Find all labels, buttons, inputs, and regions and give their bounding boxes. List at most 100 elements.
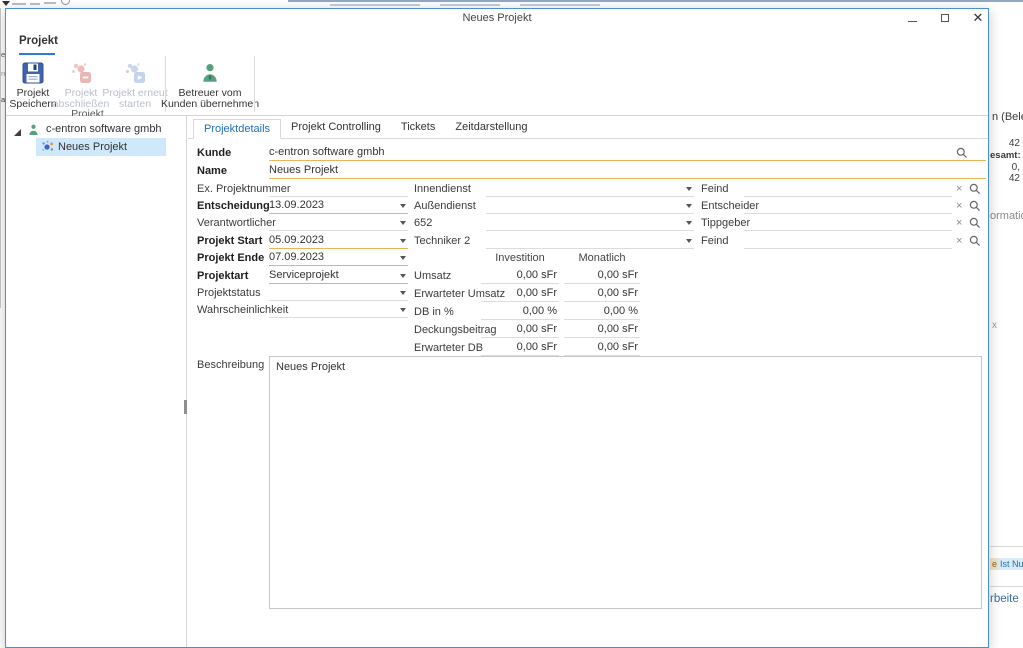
dropdown-arrow-icon[interactable]: [400, 308, 406, 312]
background-search-icon: [61, 0, 70, 5]
tippgeber-clear-icon[interactable]: ×: [956, 216, 962, 230]
kunde-label: Kunde: [197, 147, 231, 159]
name-field[interactable]: Neues Projekt: [269, 163, 986, 179]
dropdown-arrow-icon[interactable]: [686, 221, 692, 225]
innendienst-field[interactable]: [486, 181, 694, 197]
dropdown-arrow-icon[interactable]: [686, 187, 692, 191]
project-dots-icon: [41, 140, 54, 158]
tab-projektdetails[interactable]: Projektdetails: [193, 119, 281, 139]
verantwortlicher-field[interactable]: [269, 215, 408, 231]
projektart-field[interactable]: Serviceprojekt: [269, 268, 408, 284]
umsatz-monatlich-field[interactable]: 0,00 sFr: [564, 268, 640, 284]
dropdown-arrow-icon[interactable]: [686, 204, 692, 208]
ribbon: Projekt Projekt Speichern: [6, 28, 988, 116]
dropdown-arrow-icon[interactable]: [400, 256, 406, 260]
maximize-button[interactable]: [932, 9, 958, 28]
kunde-lookup-icon[interactable]: [956, 146, 968, 158]
projektstatus-field[interactable]: [269, 285, 408, 301]
tab-projekt-controlling[interactable]: Projekt Controlling: [281, 118, 391, 138]
652-label: 652: [414, 217, 432, 229]
aussendienst-field[interactable]: [486, 198, 694, 214]
entscheidung-label: Entscheidung: [197, 200, 270, 212]
background-right-panel: n (Bele 42 esamt: 51 0, 42 ormatio x e I…: [990, 8, 1023, 620]
tab-zeitdarstellung[interactable]: Zeitdarstellung: [445, 118, 537, 138]
wahrscheinlichkeit-field[interactable]: [269, 302, 408, 318]
652-field[interactable]: [486, 215, 694, 231]
db-monatlich-field[interactable]: 0,00 %: [564, 304, 640, 320]
umsatz-label: Umsatz: [414, 270, 451, 282]
investition-header: Investition: [481, 252, 559, 264]
db-investition-field[interactable]: 0,00 %: [481, 304, 559, 320]
person-icon: [198, 58, 222, 88]
entscheidung-field[interactable]: 13.09.2023: [269, 198, 408, 214]
feind2-lookup-icon[interactable]: [969, 234, 981, 246]
dropdown-arrow-icon[interactable]: [400, 274, 406, 278]
close-button[interactable]: ✕: [965, 9, 991, 28]
techniker2-field[interactable]: [486, 233, 694, 249]
close-project-button[interactable]: Projekt abschließen: [56, 56, 106, 112]
screen: { "window": { "title": "Neues Projekt" }…: [0, 0, 1023, 620]
entscheider-field[interactable]: [744, 198, 952, 214]
projekt-ende-label: Projekt Ende: [197, 252, 264, 264]
erwarteter-db-monatlich-field[interactable]: 0,00 sFr: [564, 340, 640, 356]
tippgeber-field[interactable]: [744, 215, 952, 231]
dropdown-arrow-icon[interactable]: [400, 239, 406, 243]
feind1-field[interactable]: [744, 181, 952, 197]
feind1-lookup-icon[interactable]: [969, 182, 981, 194]
db-in-prozent-label: DB in %: [414, 306, 454, 318]
background-divider: [990, 546, 1023, 547]
dropdown-arrow-icon[interactable]: [400, 204, 406, 208]
field-value: 13.09.2023: [269, 199, 324, 211]
entscheider-clear-icon[interactable]: ×: [956, 199, 962, 213]
projektstatus-label: Projektstatus: [197, 287, 261, 299]
techniker2-label: Techniker 2: [414, 235, 470, 247]
tippgeber-lookup-icon[interactable]: [969, 216, 981, 228]
ribbon-tab-projekt[interactable]: Projekt: [19, 35, 58, 47]
projekt-start-field[interactable]: 05.09.2023: [269, 233, 408, 249]
minimize-icon: [908, 21, 917, 22]
erwarteter-umsatz-monatlich-field[interactable]: 0,00 sFr: [564, 286, 640, 302]
erwarteter-db-investition-field[interactable]: 0,00 sFr: [481, 340, 559, 356]
background-artifact: [12, 3, 26, 5]
deckungsbeitrag-investition-field[interactable]: 0,00 sFr: [481, 322, 559, 338]
tree-item-customer-label: c-entron software gmbh: [46, 123, 162, 135]
background-artifact-triangle: [2, 1, 10, 6]
projekt-ende-field[interactable]: 07.09.2023: [269, 250, 408, 266]
tree-item-project-selected[interactable]: Neues Projekt: [36, 138, 166, 156]
feind2-clear-icon[interactable]: ×: [956, 234, 962, 248]
minimize-button[interactable]: [899, 9, 925, 28]
dropdown-arrow-icon[interactable]: [400, 221, 406, 225]
background-text-fragment: ormatio: [990, 210, 1023, 222]
entscheider-lookup-icon[interactable]: [969, 199, 981, 211]
save-project-button[interactable]: Projekt Speichern: [10, 56, 56, 112]
panel-splitter[interactable]: [184, 400, 187, 414]
tab-tickets[interactable]: Tickets: [391, 118, 445, 138]
field-value: Serviceprojekt: [269, 269, 339, 281]
restart-project-button[interactable]: Projekt erneut starten: [106, 56, 164, 112]
kunde-field[interactable]: c-entron software gmbh: [269, 145, 986, 161]
background-value-fragment: 0,: [990, 162, 1020, 173]
background-text-fragment: rbeite: [990, 593, 1019, 605]
feind2-field[interactable]: [744, 233, 952, 249]
deckungsbeitrag-monatlich-field[interactable]: 0,00 sFr: [564, 322, 640, 338]
take-supervisor-from-customer-button[interactable]: Betreuer vom Kunden übernehmen: [167, 56, 253, 112]
tree-expander-icon[interactable]: [14, 129, 21, 136]
background-artifact: [30, 3, 40, 5]
tree-item-customer[interactable]: c-entron software gmbh: [6, 120, 186, 138]
ex-projektnummer-field[interactable]: [269, 181, 408, 197]
tree-item-project-label: Neues Projekt: [58, 141, 127, 153]
umsatz-investition-field[interactable]: 0,00 sFr: [481, 268, 559, 284]
verantwortlicher-label: Verantwortlicher: [197, 217, 276, 229]
beschreibung-textarea[interactable]: Neues Projekt: [269, 356, 982, 609]
button-label-line: Kunden übernehmen: [161, 99, 259, 110]
feind1-clear-icon[interactable]: ×: [956, 182, 962, 196]
monatlich-header: Monatlich: [564, 252, 640, 264]
background-artifact: [520, 4, 600, 6]
dropdown-arrow-icon[interactable]: [400, 291, 406, 295]
field-value: 07.09.2023: [269, 251, 324, 263]
kunde-value: c-entron software gmbh: [269, 146, 385, 158]
erwarteter-umsatz-investition-field[interactable]: 0,00 sFr: [481, 286, 559, 302]
background-artifact: [44, 2, 56, 4]
dropdown-arrow-icon[interactable]: [686, 239, 692, 243]
dialog-title: Neues Projekt: [462, 12, 531, 24]
